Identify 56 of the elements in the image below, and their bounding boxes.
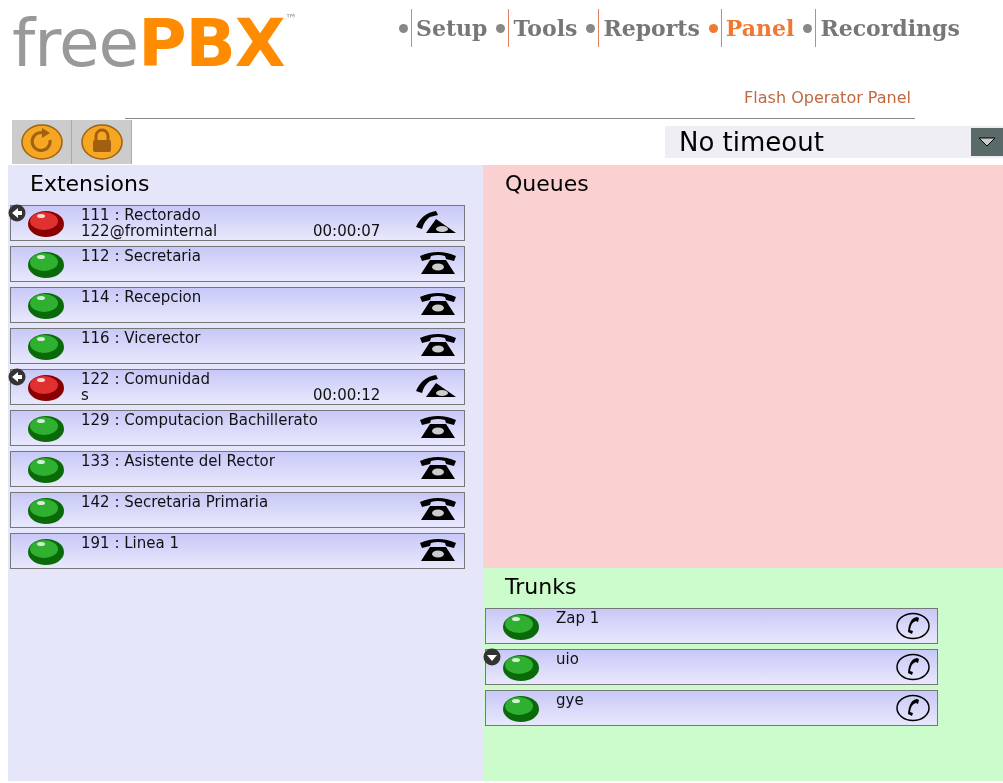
timeout-dropdown[interactable]: No timeout [665,126,1003,158]
extension-row[interactable]: 191 : Linea 1 [10,533,465,569]
extension-label: 191 : Linea 1 [81,534,179,552]
nav-link[interactable]: Tools [508,9,580,47]
phone-icon [418,537,458,563]
extension-label: 142 : Secretaria Primaria [81,493,269,511]
bullet-icon [399,23,408,33]
phone-icon [418,291,458,317]
extension-label: 112 : Secretaria [81,247,201,265]
extension-label: 116 : Vicerector [81,329,201,347]
extension-label: 129 : Computacion Bachillerato [81,411,318,429]
bullet-icon [496,23,506,33]
freepbx-logo: freePBX™ [11,4,298,84]
extension-row[interactable]: 122 : Comunidad s 00:00:12 [10,369,465,405]
bullet-icon [586,23,596,33]
dropdown-arrow-icon [978,137,996,147]
extension-label: 114 : Recepcion [81,288,202,306]
extension-row[interactable]: 116 : Vicerector [10,328,465,364]
extension-label: 111 : Rectorado [81,206,201,224]
panel-title: Extensions [30,171,150,196]
extension-label: 133 : Asistente del Rector [81,452,275,470]
trunk-row[interactable]: Zap 1 [485,608,938,644]
trunk-row[interactable]: uio [485,649,938,685]
phone-icon [418,332,458,358]
call-timer: 00:00:12 [313,387,381,403]
panel-title: Trunks [505,574,577,599]
phone-icon [418,414,458,440]
extension-label: uio [556,650,579,668]
handset-icon [895,653,931,681]
caller-id: 122@frominternal [81,223,219,239]
nav-link[interactable]: Setup [411,9,490,47]
extension-row[interactable]: 111 : Rectorado 122@frominternal 00:00:07 [10,205,465,241]
nav-link[interactable]: Reports [598,9,702,47]
handset-icon [895,694,931,722]
caller-id: s [81,387,90,403]
extension-row[interactable]: 112 : Secretaria [10,246,465,282]
extension-label: Zap 1 [556,609,600,627]
extension-label: gye [556,691,584,709]
call-timer: 00:00:07 [313,223,381,239]
extension-row[interactable]: 142 : Secretaria Primaria [10,492,465,528]
phone-icon [418,455,458,481]
extension-row[interactable]: 114 : Recepcion [10,287,465,323]
page-subtitle: Flash Operator Panel [744,88,911,107]
handset-icon [895,612,931,640]
phone-icon [418,250,458,276]
bullet-icon [708,23,718,33]
phone-icon [418,496,458,522]
extension-row[interactable]: 133 : Asistente del Rector [10,451,465,487]
bullet-icon [803,23,813,33]
phone-off-hook-icon [414,373,458,399]
extension-label: 122 : Comunidad [81,370,210,388]
extension-row[interactable]: 129 : Computacion Bachillerato [10,410,465,446]
trunk-row[interactable]: gye [485,690,938,726]
panel-title: Queues [505,171,589,196]
phone-off-hook-icon [414,209,458,235]
nav-link[interactable]: Recordings [815,9,962,47]
